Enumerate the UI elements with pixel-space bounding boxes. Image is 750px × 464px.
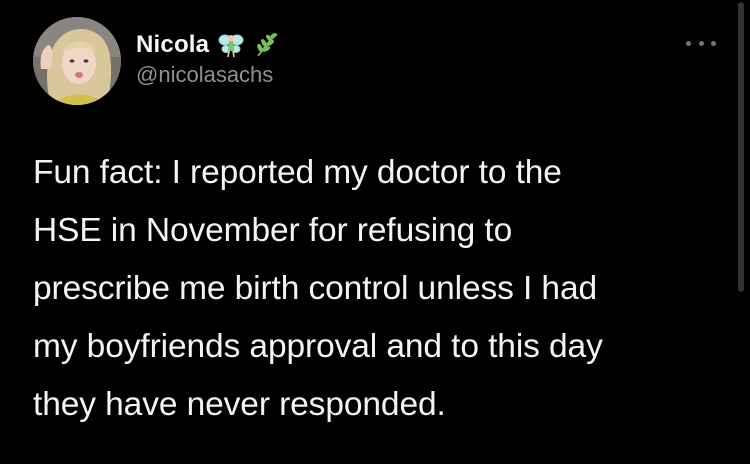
author-handle[interactable]: @nicolasachs (136, 62, 273, 88)
more-horizontal-icon (686, 40, 691, 46)
fairy-emoji-icon (217, 31, 245, 59)
more-horizontal-icon-dot (711, 40, 716, 46)
display-name[interactable]: Nicola (136, 31, 209, 59)
author-name-row: Nicola (136, 28, 281, 62)
tweet: Nicola @nicolasachs Fun fact: I reported… (0, 0, 750, 464)
avatar[interactable] (33, 17, 121, 105)
avatar-image (33, 17, 121, 105)
more-horizontal-icon-dot (698, 40, 704, 46)
herb-emoji-icon (253, 31, 281, 59)
more-options-button[interactable] (686, 36, 716, 50)
scrollbar[interactable] (738, 2, 744, 292)
tweet-text: Fun fact: I reported my doctor to the HS… (33, 154, 603, 423)
